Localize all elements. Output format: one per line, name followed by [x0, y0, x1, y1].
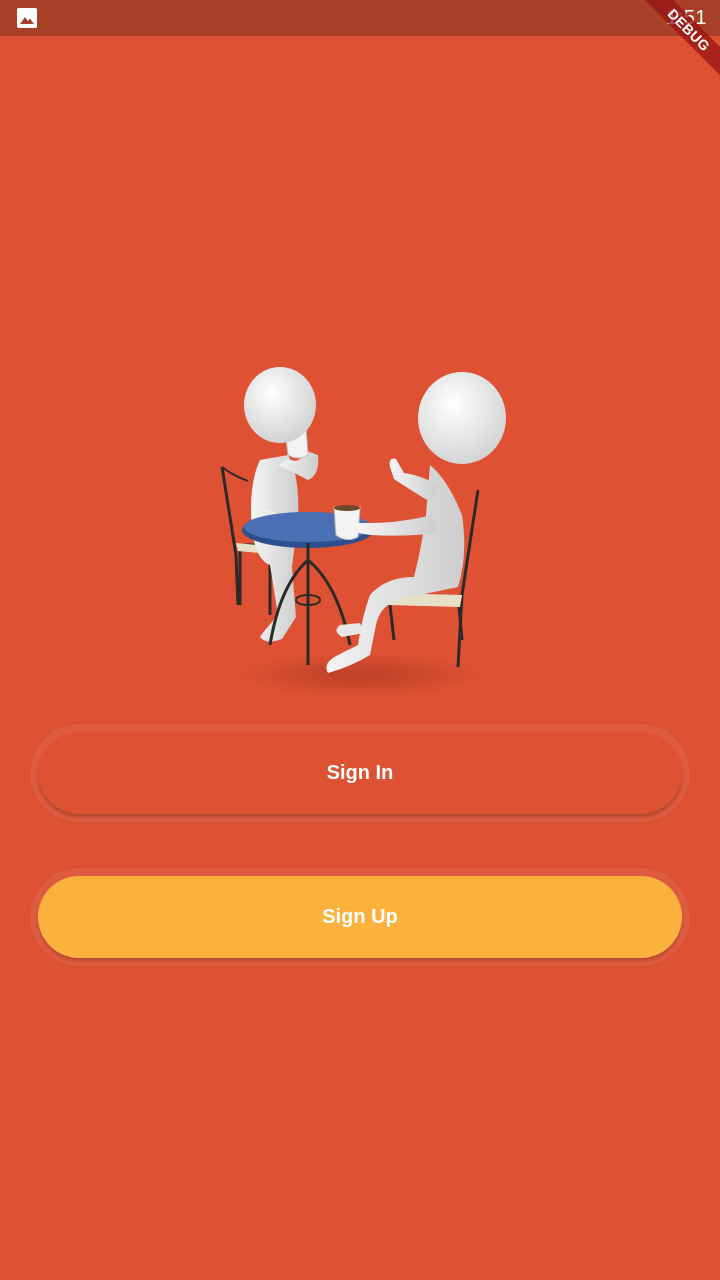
sign-up-button[interactable]: Sign Up — [38, 876, 682, 958]
status-bar: 1:51 — [0, 0, 720, 36]
two-people-coffee-table-illustration — [220, 367, 506, 697]
sign-up-button-wrapper: Sign Up — [30, 868, 690, 966]
welcome-screen: 1:51 DEBUG Sign In Sign Up — [0, 0, 720, 1280]
image-icon — [17, 8, 37, 28]
sign-in-button-wrapper: Sign In — [30, 724, 690, 822]
status-time: 1:51 — [666, 7, 707, 29]
sign-in-button[interactable]: Sign In — [38, 732, 682, 814]
